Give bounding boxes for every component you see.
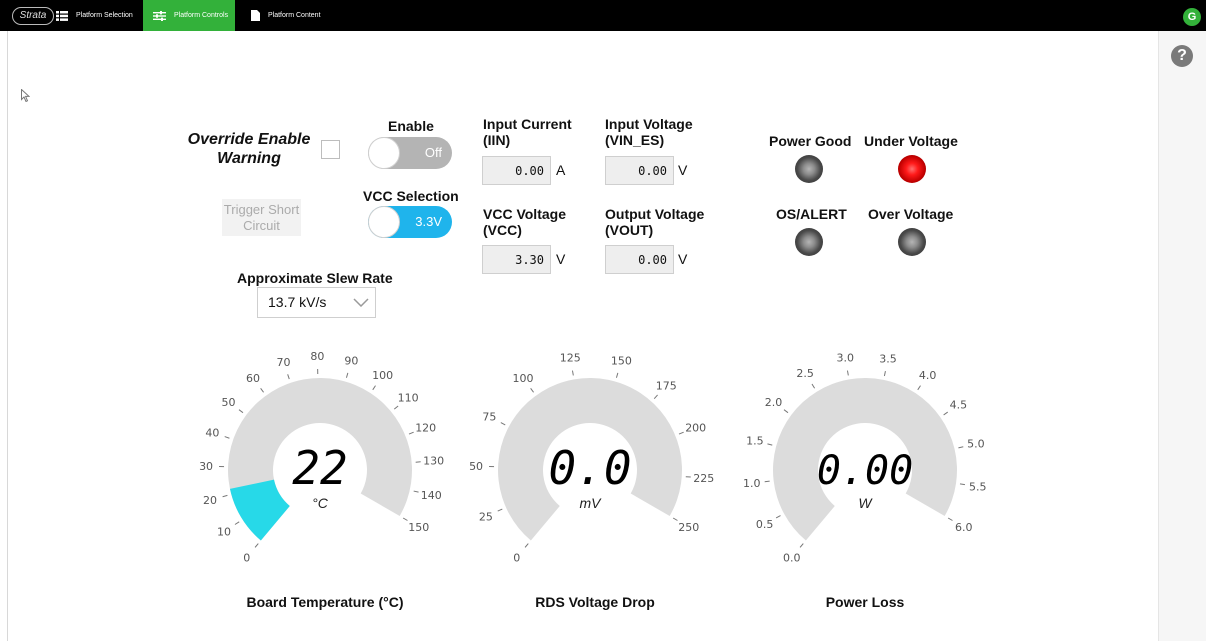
gauge-tick-mark [653, 394, 658, 399]
gauge-fill [229, 479, 290, 541]
gauge-tick-mark [234, 521, 240, 525]
gauge-tick-mark [372, 385, 376, 391]
gauge-tick-mark [497, 508, 503, 512]
gauge-value-display: 0.0 [548, 441, 631, 495]
gauge-tick-mark [958, 446, 964, 449]
gauge-tick-label: 50 [222, 396, 236, 409]
gauge-tick-label: 2.5 [796, 367, 814, 380]
gauge-tick-label: 75 [482, 410, 496, 423]
gauge-tick-label: 140 [421, 489, 442, 502]
gauge-tick-mark [799, 543, 804, 548]
gauge-tick-label: 0.5 [756, 518, 774, 531]
gauge-value-display: 22 [292, 441, 347, 495]
gauge-tick-mark [408, 431, 414, 435]
gauge-unit-label: W [858, 495, 873, 511]
gauge-tick-label: 175 [656, 379, 677, 392]
gauge-tick-mark [672, 517, 678, 521]
gauge-tick-label: 1.5 [746, 434, 764, 447]
gauge-tick-mark [393, 405, 399, 410]
gauge-tick-label: 3.0 [836, 352, 854, 365]
gauge-tick-label: 120 [415, 421, 436, 434]
gauge-tick-label: 90 [344, 354, 358, 367]
gauge-tick-mark [254, 543, 259, 548]
gauge-tick-mark [783, 409, 789, 414]
gauge-tick-label: 130 [423, 455, 444, 468]
gauge-tick-mark [345, 372, 349, 378]
gauge-tick-label: 150 [408, 521, 429, 534]
gauge-unit-label: mV [580, 495, 603, 511]
gauge-tick-label: 4.5 [950, 399, 968, 412]
gauge-tick-mark [224, 436, 230, 439]
gauge-tick-mark [500, 422, 506, 426]
gauge-tick-mark [767, 443, 773, 446]
gauge-tick-mark [883, 370, 886, 377]
gauge-tick-label: 6.0 [955, 521, 973, 534]
gauge-tick-label: 150 [611, 354, 632, 367]
gauge-tick-mark [222, 494, 228, 498]
gauge-tick-mark [917, 385, 921, 391]
gauge-tick-mark [678, 431, 684, 435]
rds-voltage-drop-gauge: 0 25 50 75 100 125 150 175 200 225 250 0.0mV [469, 352, 714, 565]
gauge-tick-label: 25 [479, 510, 493, 523]
power-loss-gauge: 0.0 0.5 1.0 1.5 2.0 2.5 3.0 3.5 4.0 4.5 5.0 5.5 6.0 0… [743, 352, 987, 565]
gauge-tick-label: 80 [310, 350, 324, 363]
gauge-tick-label: 5.0 [967, 438, 985, 451]
gauge-tick-mark [238, 409, 244, 414]
gauges-layer: 0 10 20 30 40 50 60 70 80 90 100 110 120 130 140 150 22°… [199, 350, 987, 565]
gauge-tick-label: 125 [560, 352, 581, 365]
gauge-tick-label: 225 [693, 472, 714, 485]
gauge-tick-label: 4.0 [919, 369, 937, 382]
gauge-tick-mark [764, 480, 770, 483]
gauge-tick-mark [413, 490, 419, 493]
gauge-tick-mark [947, 517, 953, 521]
gauge-tick-mark [775, 515, 781, 519]
gauge-tick-label: 30 [199, 460, 213, 473]
gauge-unit-label: °C [312, 495, 329, 511]
gauge-tick-label: 70 [277, 356, 291, 369]
gauge-tick-mark [287, 374, 290, 380]
board-temperature-gauge: 0 10 20 30 40 50 60 70 80 90 100 110 120 130 140 150 22°… [199, 350, 444, 564]
gauge-tick-mark [260, 387, 264, 393]
gauge-tick-mark [959, 483, 966, 486]
gauge-tick-mark [524, 543, 529, 548]
gauge-tick-label: 50 [469, 460, 483, 473]
gauge-tick-label: 10 [217, 526, 231, 539]
gauge-tick-mark [571, 370, 574, 376]
gauge-tick-mark [615, 372, 619, 378]
gauge-tick-mark [846, 370, 849, 376]
gauge-tick-label: 2.0 [765, 396, 783, 409]
gauge-tick-label: 100 [372, 369, 393, 382]
gauge-tick-label: 200 [685, 421, 706, 434]
gauge-tick-label: 0.0 [783, 551, 801, 564]
rds-voltage-drop-title: RDS Voltage Drop [535, 594, 655, 610]
gauge-tick-label: 40 [205, 426, 219, 439]
gauge-tick-label: 20 [203, 494, 217, 507]
gauge-tick-label: 0 [513, 551, 520, 564]
gauge-tick-mark [530, 387, 534, 393]
gauge-tick-label: 250 [678, 521, 699, 534]
gauge-tick-label: 0 [243, 551, 250, 564]
gauge-tick-mark [402, 517, 408, 521]
gauge-tick-label: 100 [512, 372, 533, 385]
gauge-tick-mark [811, 383, 816, 389]
gauge-tick-label: 3.5 [879, 352, 897, 365]
gauge-tick-label: 110 [398, 392, 419, 405]
gauge-tick-mark [943, 411, 949, 416]
board-temperature-title: Board Temperature (°C) [246, 594, 404, 610]
power-loss-title: Power Loss [825, 594, 905, 610]
gauge-tick-label: 60 [246, 372, 260, 385]
gauge-tick-label: 1.0 [743, 477, 761, 490]
gauge-tick-label: 5.5 [969, 481, 987, 494]
gauge-value-display: 0.00 [817, 448, 913, 494]
